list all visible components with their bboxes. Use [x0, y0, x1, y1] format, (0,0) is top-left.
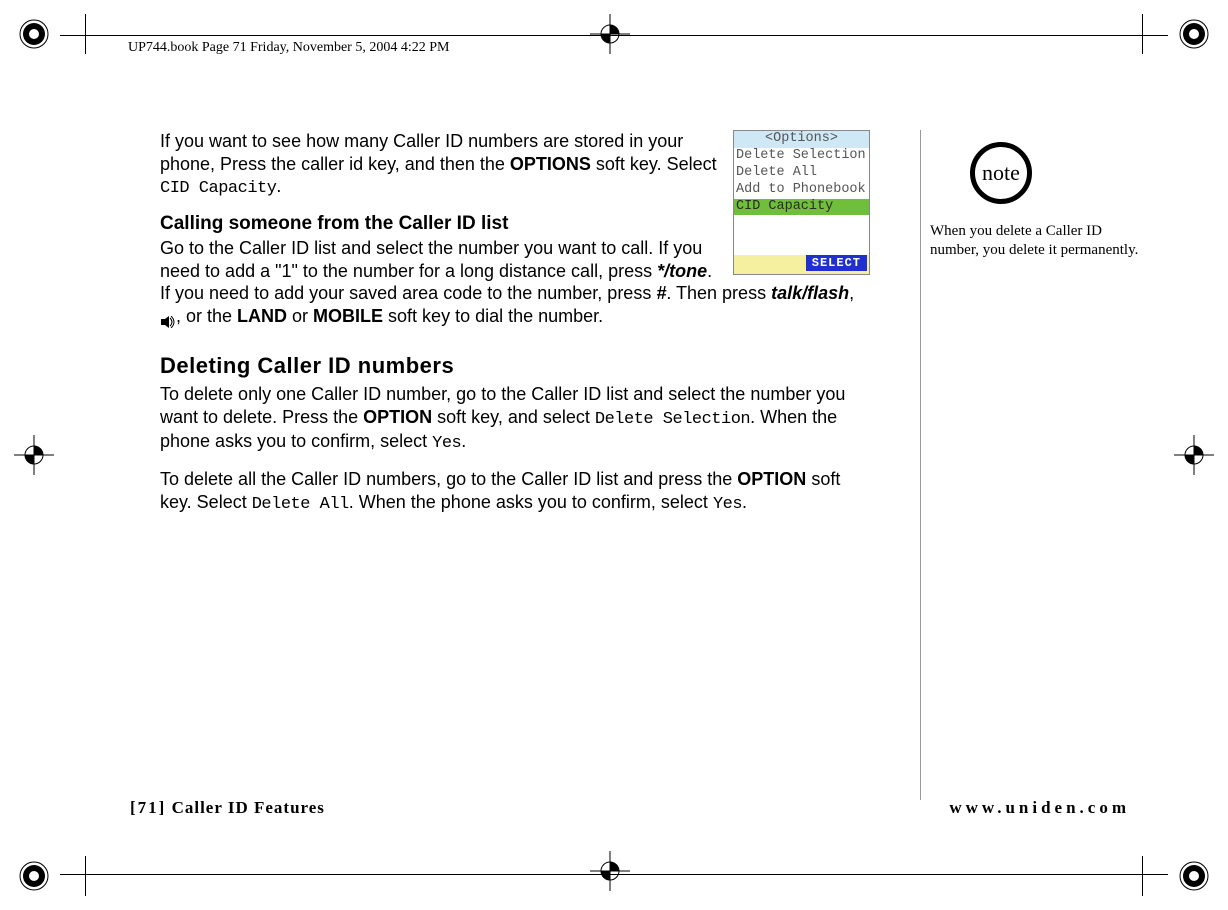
note-badge-label: note — [982, 160, 1020, 186]
crop-rule — [85, 856, 86, 896]
side-column: note When you delete a Caller ID number,… — [930, 130, 1140, 260]
crop-mark-icon — [14, 856, 54, 896]
crop-mark-icon — [14, 14, 54, 54]
screen-row: Add to Phonebook — [734, 182, 869, 199]
crop-rule — [85, 14, 86, 54]
paragraph-delete-one: To delete only one Caller ID number, go … — [160, 383, 870, 454]
crop-rule — [60, 874, 1168, 875]
crop-mark-icon — [1174, 856, 1214, 896]
speaker-icon — [160, 311, 176, 323]
registration-mark-icon — [1174, 435, 1214, 480]
note-text: When you delete a Caller ID number, you … — [930, 222, 1140, 260]
paragraph-delete-all: To delete all the Caller ID numbers, go … — [160, 468, 870, 515]
crop-mark-icon — [1174, 14, 1214, 54]
footer-url: www.uniden.com — [949, 798, 1130, 818]
note-badge-icon: note — [970, 142, 1032, 204]
section-title: Caller ID Features — [172, 798, 325, 817]
crop-rule — [60, 35, 1168, 36]
crop-rule — [1142, 14, 1143, 54]
crop-rule — [1142, 856, 1143, 896]
registration-mark-icon — [14, 435, 54, 480]
footer-left: [71] Caller ID Features — [130, 798, 325, 818]
screen-softkey-select: SELECT — [806, 255, 867, 271]
heading-deleting: Deleting Caller ID numbers — [160, 353, 870, 379]
screen-row: Delete Selection — [734, 148, 869, 165]
screen-row: Delete All — [734, 165, 869, 182]
page-number: [71] — [130, 798, 166, 817]
phone-screen-illustration: <Options> Delete Selection Delete All Ad… — [733, 130, 870, 275]
main-column: <Options> Delete Selection Delete All Ad… — [160, 130, 870, 525]
registration-mark-icon — [590, 14, 630, 59]
screen-title: <Options> — [734, 131, 869, 148]
screen-softkey-bar: SELECT — [734, 255, 869, 274]
frame-metadata: UP744.book Page 71 Friday, November 5, 2… — [128, 40, 449, 56]
screen-row-highlight: CID Capacity — [734, 199, 869, 216]
